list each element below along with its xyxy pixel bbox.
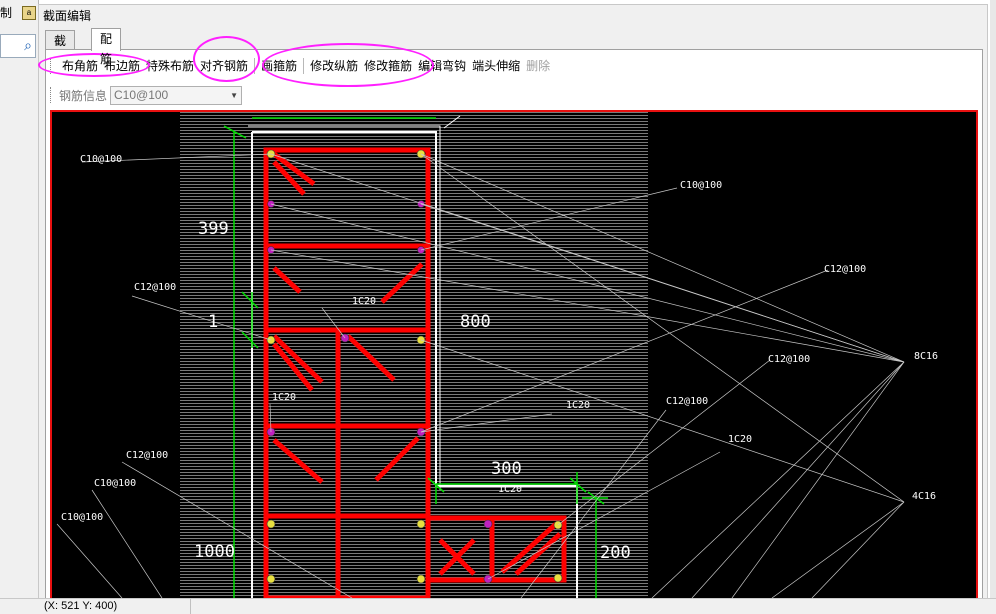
edit-hook-button[interactable]: 编辑弯钩 <box>415 56 469 76</box>
corner-bar-button[interactable]: 布角筋 <box>59 56 101 76</box>
infobar-grip[interactable] <box>50 87 55 103</box>
dim-label-300: 300 <box>491 459 522 479</box>
reinforcement-panel: 布角筋 布边筋 特殊布筋 对齐钢筋 画箍筋 修改纵筋 修改箍筋 编辑弯钩 端头伸… <box>45 49 983 605</box>
anno-1c20: 1C20 <box>498 484 522 495</box>
special-bar-button[interactable]: 特殊布筋 <box>143 56 197 76</box>
section-drawing[interactable]: 399 1 800 300 1000 200 C10@100 C10@100 C… <box>52 112 976 598</box>
anno-1c20: 1C20 <box>352 296 376 307</box>
align-bar-button[interactable]: 对齐钢筋 <box>197 56 251 76</box>
background-app-strip: 制 a ⌕ <box>0 0 39 613</box>
leader-line <box>56 523 123 598</box>
dim-label-800: 800 <box>460 312 491 332</box>
delete-button[interactable]: 删除 <box>523 56 553 76</box>
anno-4c16: 4C16 <box>912 491 936 502</box>
anno-c12-100: C12@100 <box>126 450 168 461</box>
tab-section[interactable]: 截面 <box>45 30 76 68</box>
anno-8c16: 8C16 <box>914 351 938 362</box>
bar-corner[interactable] <box>266 519 276 529</box>
anno-c12-100: C12@100 <box>666 396 708 407</box>
outer-menu-label: 制 <box>0 6 13 20</box>
dim-label-399: 399 <box>198 219 229 239</box>
rebar-info-select[interactable]: C10@100 ▼ <box>110 85 243 105</box>
anno-1c20: 1C20 <box>566 400 590 411</box>
chevron-down-icon[interactable]: ▼ <box>230 87 238 104</box>
leader-line <box>691 361 905 598</box>
rebar-info-label: 钢筋信息 <box>59 88 108 103</box>
anno-c12-100: C12@100 <box>824 264 866 275</box>
anno-c10-100: C10@100 <box>61 512 103 523</box>
toolbar-grip[interactable] <box>50 58 55 74</box>
search-icon: ⌕ <box>24 37 32 53</box>
anno-c10-100: C10@100 <box>80 154 122 165</box>
anno-c12-100: C12@100 <box>134 282 176 293</box>
rebar-info-value: C10@100 <box>114 87 169 102</box>
anno-1c20: 1C20 <box>272 392 296 403</box>
toolbar-separator <box>303 58 305 74</box>
bar-edge[interactable] <box>483 519 493 529</box>
edit-stirrup-button[interactable]: 修改箍筋 <box>361 56 415 76</box>
section-drawing-canvas[interactable]: 399 1 800 300 1000 200 C10@100 C10@100 C… <box>50 110 978 600</box>
dim-label-1: 1 <box>208 312 218 332</box>
dim-label-200: 200 <box>600 543 631 563</box>
bar-corner[interactable] <box>553 573 563 583</box>
rebar-info-bar: 钢筋信息 C10@100 ▼ <box>48 84 243 106</box>
bar-corner[interactable] <box>416 519 426 529</box>
cursor-coordinates: (X: 521 Y: 400) <box>40 599 191 614</box>
anno-c10-100: C10@100 <box>680 180 722 191</box>
search-input[interactable]: ⌕ <box>0 34 36 58</box>
leader-line <box>811 501 905 598</box>
anno-c10-100: C10@100 <box>94 478 136 489</box>
section-edit-window: 截面编辑 截面 配筋 布角筋 布边筋 特殊布筋 对齐钢筋 画箍筋 修改纵筋 修改… <box>38 4 988 609</box>
anno-c12-100: C12@100 <box>768 354 810 365</box>
bar-corner[interactable] <box>266 574 276 584</box>
tab-reinforcement[interactable]: 配筋 <box>91 28 122 66</box>
anno-1c20: 1C20 <box>728 434 752 445</box>
dim-label-1000: 1000 <box>194 542 235 562</box>
rebar-toolbar: 布角筋 布边筋 特殊布筋 对齐钢筋 画箍筋 修改纵筋 修改箍筋 编辑弯钩 端头伸… <box>48 56 553 76</box>
draw-stirrup-button[interactable]: 画箍筋 <box>258 56 300 76</box>
leader-line <box>731 361 905 598</box>
bar-corner[interactable] <box>416 574 426 584</box>
toolbar-separator <box>254 58 256 74</box>
window-title: 截面编辑 <box>39 5 987 27</box>
background-right-strip <box>990 0 996 613</box>
leader-line <box>91 489 163 598</box>
end-extend-button[interactable]: 端头伸缩 <box>469 56 523 76</box>
edit-longitudinal-button[interactable]: 修改纵筋 <box>307 56 361 76</box>
app-tool-icon[interactable]: a <box>22 6 36 20</box>
status-bar: (X: 521 Y: 400) <box>0 598 996 614</box>
